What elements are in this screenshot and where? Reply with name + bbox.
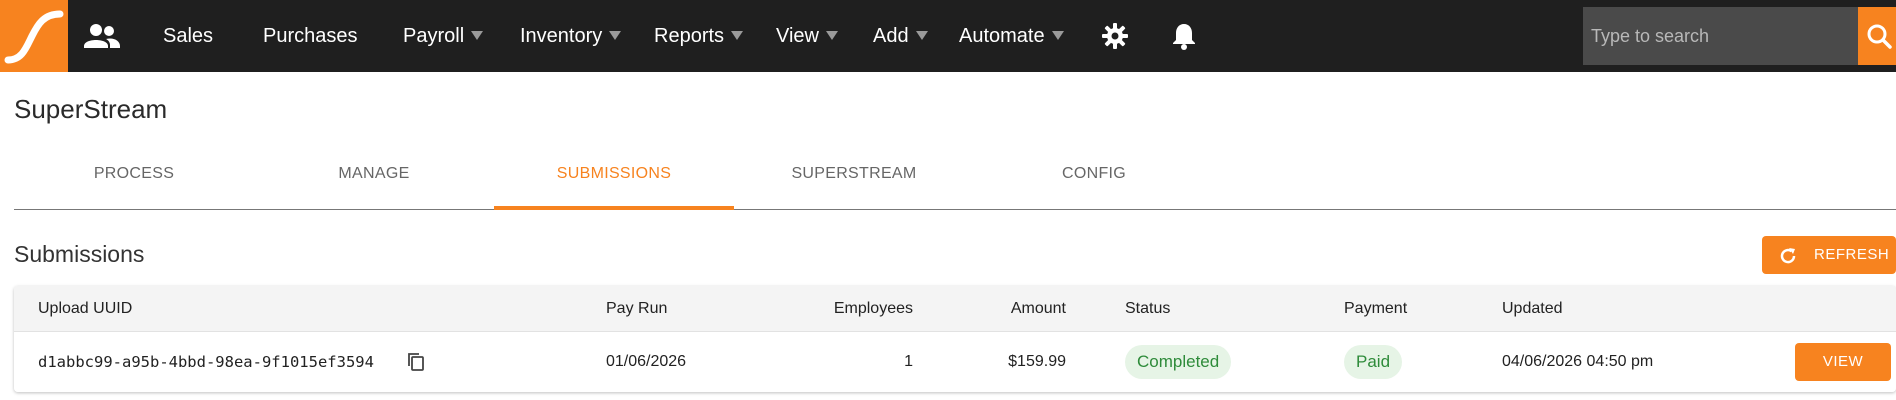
nav-inventory-label: Inventory bbox=[520, 25, 603, 47]
refresh-icon bbox=[1780, 248, 1796, 264]
nav-sales-label: Sales bbox=[163, 25, 214, 47]
tab-submissions[interactable]: SUBMISSIONS bbox=[494, 144, 734, 210]
tab-process[interactable]: PROCESS bbox=[14, 144, 254, 210]
chevron-down-icon bbox=[731, 31, 744, 40]
copy-icon[interactable] bbox=[407, 352, 425, 377]
page-title: SuperStream bbox=[14, 94, 168, 124]
nav-add-label: Add bbox=[873, 25, 909, 47]
cell-uuid: d1abbc99-a95b-4bbd-98ea-9f1015ef3594 bbox=[38, 353, 374, 371]
col-header-status: Status bbox=[1125, 300, 1171, 317]
refresh-button[interactable]: REFRESH bbox=[1762, 236, 1896, 274]
cell-pay-run: 01/06/2026 bbox=[606, 353, 687, 370]
table-header: Upload UUID Pay Run Employees Amount Sta… bbox=[14, 286, 1896, 332]
cell-employees: 1 bbox=[904, 353, 913, 370]
refresh-label: REFRESH bbox=[1814, 246, 1890, 263]
nav-payroll[interactable]: Payroll bbox=[403, 0, 484, 72]
top-navbar: Sales Purchases Payroll Inventory Report… bbox=[0, 0, 1896, 72]
bell-icon[interactable] bbox=[1172, 22, 1196, 55]
col-header-uuid: Upload UUID bbox=[38, 300, 133, 317]
nav-add[interactable]: Add bbox=[873, 0, 928, 72]
view-button[interactable]: VIEW bbox=[1795, 343, 1891, 381]
chevron-down-icon bbox=[471, 31, 484, 40]
search-input[interactable] bbox=[1583, 7, 1858, 65]
nav-reports[interactable]: Reports bbox=[654, 0, 744, 72]
cell-amount: $159.99 bbox=[1008, 353, 1066, 370]
nav-automate[interactable]: Automate bbox=[959, 0, 1064, 72]
submissions-table: Upload UUID Pay Run Employees Amount Sta… bbox=[14, 286, 1896, 392]
col-header-amount: Amount bbox=[1010, 300, 1066, 317]
tab-config[interactable]: CONFIG bbox=[974, 144, 1214, 210]
cell-updated: 04/06/2026 04:50 pm bbox=[1502, 353, 1654, 370]
status-badge: Completed bbox=[1125, 345, 1232, 379]
chevron-down-icon bbox=[1051, 31, 1064, 40]
chevron-down-icon bbox=[826, 31, 838, 40]
chevron-down-icon bbox=[609, 31, 622, 40]
tab-manage[interactable]: MANAGE bbox=[254, 144, 494, 210]
nav-purchases-label: Purchases bbox=[263, 25, 358, 47]
gear-icon[interactable] bbox=[1102, 23, 1128, 54]
payment-badge: Paid bbox=[1344, 345, 1403, 379]
search-icon bbox=[1867, 24, 1892, 49]
nav-view[interactable]: View bbox=[776, 0, 838, 72]
superstream-logo[interactable] bbox=[0, 0, 68, 72]
search-button[interactable] bbox=[1858, 7, 1896, 65]
nav-automate-label: Automate bbox=[959, 25, 1045, 47]
col-header-payment: Payment bbox=[1344, 300, 1408, 317]
logo-swoosh-icon bbox=[4, 10, 64, 64]
col-header-updated: Updated bbox=[1502, 300, 1563, 317]
chevron-down-icon bbox=[915, 31, 928, 40]
nav-reports-label: Reports bbox=[654, 25, 725, 47]
col-header-pay-run: Pay Run bbox=[606, 300, 668, 317]
nav-view-label: View bbox=[776, 25, 819, 47]
tab-bar: PROCESS MANAGE SUBMISSIONS SUPERSTREAM C… bbox=[14, 144, 1896, 210]
nav-sales[interactable]: Sales bbox=[163, 0, 213, 72]
nav-purchases[interactable]: Purchases bbox=[263, 0, 358, 72]
people-icon[interactable] bbox=[84, 22, 120, 55]
col-header-employees: Employees bbox=[833, 300, 913, 317]
nav-inventory[interactable]: Inventory bbox=[520, 0, 622, 72]
nav-payroll-label: Payroll bbox=[403, 25, 465, 47]
table-row: d1abbc99-a95b-4bbd-98ea-9f1015ef3594 01/… bbox=[14, 332, 1896, 392]
section-title: Submissions bbox=[14, 241, 145, 267]
tab-superstream[interactable]: SUPERSTREAM bbox=[734, 144, 974, 210]
